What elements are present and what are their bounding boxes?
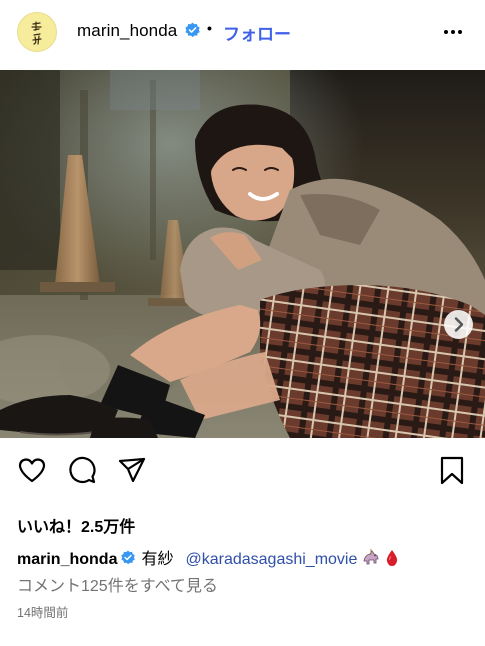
carousel-next-button[interactable] [444, 310, 473, 339]
chevron-right-icon [454, 317, 464, 332]
likes-count[interactable]: いいね！2.5万件 [17, 513, 135, 537]
caption-mention-link[interactable]: @karadasagashi_movie [185, 551, 357, 568]
post-header: marin_honda • フォロー [0, 0, 485, 66]
send-icon[interactable] [117, 455, 147, 485]
photo-image [0, 70, 485, 438]
action-bar [0, 455, 485, 495]
caption-text: 有紗 [141, 551, 174, 568]
follow-button[interactable]: フォロー [223, 20, 291, 45]
caption: marin_honda 有紗 @karadasagashi_movie [17, 545, 399, 569]
carousel-horse-emoji [363, 549, 379, 565]
verified-badge-icon [185, 22, 200, 38]
separator-dot: • [207, 20, 212, 36]
avatar[interactable] [17, 12, 57, 52]
heart-icon[interactable] [17, 455, 47, 485]
avatar-calligraphy-logo [31, 21, 42, 45]
bookmark-icon[interactable] [439, 455, 465, 485]
verified-badge-icon [121, 550, 136, 565]
caption-username[interactable]: marin_honda [17, 551, 117, 568]
post-username[interactable]: marin_honda [77, 21, 177, 41]
post-timestamp: 14時間前 [17, 606, 69, 620]
post-photo[interactable] [0, 70, 485, 438]
blood-drop-emoji [387, 550, 398, 566]
more-options-icon[interactable] [442, 23, 464, 41]
comment-icon[interactable] [67, 455, 97, 485]
view-comments-link[interactable]: コメント125件をすべて見る [17, 572, 218, 596]
